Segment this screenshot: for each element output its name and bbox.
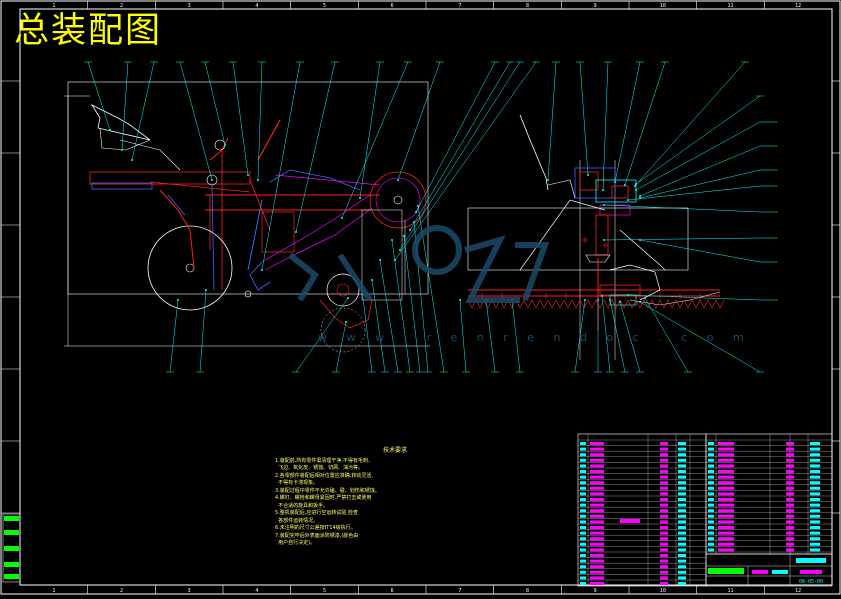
requirement-line: 6.未注明的尺寸公差按IT14级执行。 — [275, 525, 356, 531]
column-number: 1 — [52, 3, 55, 9]
column-number: 9 — [594, 588, 597, 594]
column-number: 11 — [727, 3, 733, 9]
column-number: 3 — [188, 588, 191, 594]
revision-strip — [2, 513, 21, 583]
requirement-line: 不合适的旋具和扳手。 — [275, 502, 329, 509]
title-block: 08-05-00 — [705, 553, 833, 587]
column-number: 4 — [255, 588, 258, 594]
column-number: 9 — [594, 3, 597, 9]
column-number: 3 — [188, 3, 191, 9]
drawing-title: 总装配图 — [14, 11, 163, 51]
column-number: 10 — [660, 3, 666, 9]
requirement-line: 用户自行决定)。 — [275, 540, 316, 546]
column-number: 1 — [52, 588, 55, 594]
column-number: 11 — [727, 588, 733, 594]
side-view — [64, 81, 430, 353]
requirement-line: 5.整机装配后,应进行空运转试验,检查 — [275, 510, 358, 516]
technical-requirements: 技术要求 1.装配前,所有零件需清理干净,不得有毛刺、 飞边、氧化皮、锈蚀、切屑… — [275, 447, 515, 548]
column-number: 8 — [526, 588, 529, 594]
column-number: 6 — [391, 588, 394, 594]
watermark-logo — [288, 225, 550, 303]
column-number: 2 — [120, 588, 123, 594]
column-number: 7 — [458, 3, 461, 9]
technical-requirements-heading: 技术要求 — [382, 447, 407, 454]
column-number: 8 — [526, 3, 529, 9]
requirement-line: 3.装配过程中零件不允许磕、碰、划伤和锈蚀。 — [275, 487, 380, 494]
requirement-line: 7.装配完毕后外表面涂防锈漆,(颜色由 — [275, 532, 359, 539]
part-leaders — [84, 61, 778, 373]
column-number: 10 — [660, 588, 666, 594]
requirement-line: 2.各零部件装配后相对位置应准确,转动灵活, — [275, 472, 373, 479]
column-number: 12 — [795, 588, 801, 594]
requirement-line: 不得有卡滞现象。 — [275, 480, 319, 486]
requirement-line: 1.装配前,所有零件需清理干净,不得有毛刺、 — [275, 457, 373, 464]
parts-list — [577, 433, 833, 587]
column-number: 5 — [323, 588, 326, 594]
column-number: 4 — [255, 3, 258, 9]
drawing-code: 08-05-00 — [799, 579, 823, 585]
rear-view — [467, 114, 721, 360]
requirement-line: 飞边、氧化皮、锈蚀、切屑、油污等。 — [275, 465, 364, 471]
requirement-line: 各部件运转情况。 — [275, 517, 319, 524]
drawing-sheet: 1 1 2 2 3 3 4 4 5 5 6 6 7 7 8 8 9 9 10 10 11 11 12 12 — [0, 0, 841, 595]
column-number: 12 — [795, 3, 801, 9]
requirement-line: 4.螺钉、螺栓和螺母紧固时,严禁打击或使用 — [275, 495, 372, 501]
column-number: 2 — [120, 3, 123, 9]
column-number: 7 — [458, 588, 461, 594]
column-number: 6 — [391, 3, 394, 9]
column-number: 5 — [323, 3, 326, 9]
watermark-url: w w w . r e n r e n d o c . c o m — [318, 331, 752, 344]
